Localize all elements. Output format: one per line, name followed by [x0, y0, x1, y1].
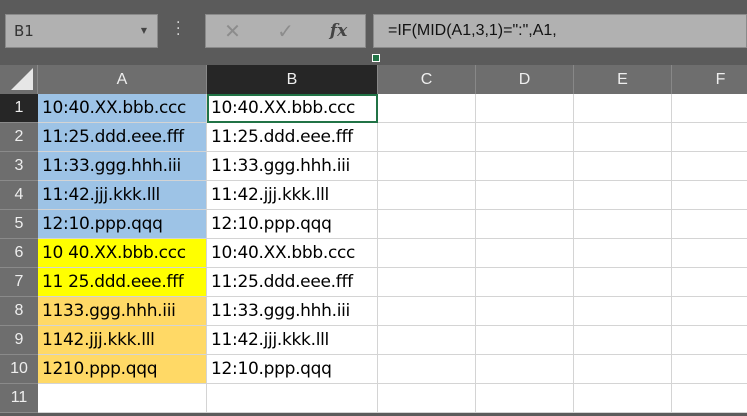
cell-A5[interactable]: 12:10.ppp.qqq	[38, 210, 207, 239]
row-header-6[interactable]: 6	[0, 239, 38, 268]
cell-A9[interactable]: 1142.jjj.kkk.lll	[38, 326, 207, 355]
cell-A3[interactable]: 11:33.ggg.hhh.iii	[38, 152, 207, 181]
cell-C3[interactable]	[378, 152, 476, 181]
cell-C10[interactable]	[378, 355, 476, 384]
name-box-value: B1	[14, 22, 34, 40]
cell-C11[interactable]	[378, 384, 476, 413]
cell-A2[interactable]: 11:25.ddd.eee.fff	[38, 123, 207, 152]
cell-C4[interactable]	[378, 181, 476, 210]
cell-E9[interactable]	[574, 326, 672, 355]
cell-E10[interactable]	[574, 355, 672, 384]
row-header-10[interactable]: 10	[0, 355, 38, 384]
column-header-F[interactable]: F	[672, 65, 747, 94]
enter-check-icon[interactable]: ✓	[259, 19, 312, 43]
cell-A11[interactable]	[38, 384, 207, 413]
row-header-8[interactable]: 8	[0, 297, 38, 326]
cell-B8[interactable]: 11:33.ggg.hhh.iii	[207, 297, 378, 326]
column-header-C[interactable]: C	[378, 65, 476, 94]
cell-D8[interactable]	[476, 297, 574, 326]
cell-C5[interactable]	[378, 210, 476, 239]
cell-E1[interactable]	[574, 94, 672, 123]
cell-B2[interactable]: 11:25.ddd.eee.fff	[207, 123, 378, 152]
cell-A6[interactable]: 10 40.XX.bbb.ccc	[38, 239, 207, 268]
select-all-button[interactable]	[0, 65, 38, 94]
cell-C7[interactable]	[378, 268, 476, 297]
cancel-icon[interactable]: ✕	[206, 19, 259, 43]
name-box[interactable]: B1 ▼	[5, 14, 158, 48]
formula-buttons: ✕ ✓ fx	[205, 14, 366, 48]
cell-B1[interactable]: 10:40.XX.bbb.ccc	[207, 94, 378, 123]
cell-C2[interactable]	[378, 123, 476, 152]
row-header-9[interactable]: 9	[0, 326, 38, 355]
cell-C9[interactable]	[378, 326, 476, 355]
cell-D10[interactable]	[476, 355, 574, 384]
cell-D1[interactable]	[476, 94, 574, 123]
cell-B11[interactable]	[207, 384, 378, 413]
cell-A7[interactable]: 11 25.ddd.eee.fff	[38, 268, 207, 297]
row-header-4[interactable]: 4	[0, 181, 38, 210]
cell-D4[interactable]	[476, 181, 574, 210]
cell-D6[interactable]	[476, 239, 574, 268]
cell-C1[interactable]	[378, 94, 476, 123]
cell-F9[interactable]	[672, 326, 747, 355]
row-header-1[interactable]: 1	[0, 94, 38, 123]
fill-handle[interactable]	[372, 54, 380, 62]
row-header-5[interactable]: 5	[0, 210, 38, 239]
cell-F4[interactable]	[672, 181, 747, 210]
cell-B7[interactable]: 11:25.ddd.eee.fff	[207, 268, 378, 297]
cell-F5[interactable]	[672, 210, 747, 239]
formula-text: =IF(MID(A1,3,1)=":",A1,	[388, 22, 557, 39]
cell-B4[interactable]: 11:42.jjj.kkk.lll	[207, 181, 378, 210]
cell-D7[interactable]	[476, 268, 574, 297]
cell-D9[interactable]	[476, 326, 574, 355]
insert-function-icon[interactable]: fx	[312, 21, 365, 41]
column-header-E[interactable]: E	[574, 65, 672, 94]
row-header-2[interactable]: 2	[0, 123, 38, 152]
cell-D2[interactable]	[476, 123, 574, 152]
cell-A1[interactable]: 10:40.XX.bbb.ccc	[38, 94, 207, 123]
column-header-B[interactable]: B	[207, 65, 378, 94]
cell-F3[interactable]	[672, 152, 747, 181]
cell-A4[interactable]: 11:42.jjj.kkk.lll	[38, 181, 207, 210]
column-header-D[interactable]: D	[476, 65, 574, 94]
cell-F10[interactable]	[672, 355, 747, 384]
cell-A8[interactable]: 1133.ggg.hhh.iii	[38, 297, 207, 326]
cell-E4[interactable]	[574, 181, 672, 210]
cell-E5[interactable]	[574, 210, 672, 239]
chevron-down-icon[interactable]: ▼	[141, 26, 147, 35]
cell-B6[interactable]: 10:40.XX.bbb.ccc	[207, 239, 378, 268]
cell-E2[interactable]	[574, 123, 672, 152]
cell-E7[interactable]	[574, 268, 672, 297]
drag-grip-icon[interactable]: · · ·	[176, 16, 180, 42]
cell-D5[interactable]	[476, 210, 574, 239]
column-header-A[interactable]: A	[38, 65, 207, 94]
cell-B10[interactable]: 12:10.ppp.qqq	[207, 355, 378, 384]
row-header-3[interactable]: 3	[0, 152, 38, 181]
cell-E6[interactable]	[574, 239, 672, 268]
cell-E11[interactable]	[574, 384, 672, 413]
cell-B5[interactable]: 12:10.ppp.qqq	[207, 210, 378, 239]
cell-B3[interactable]: 11:33.ggg.hhh.iii	[207, 152, 378, 181]
formula-bar[interactable]: =IF(MID(A1,3,1)=":",A1,	[373, 14, 747, 48]
cell-C8[interactable]	[378, 297, 476, 326]
cell-F1[interactable]	[672, 94, 747, 123]
cell-D11[interactable]	[476, 384, 574, 413]
cell-F11[interactable]	[672, 384, 747, 413]
cell-D3[interactable]	[476, 152, 574, 181]
row-header-11[interactable]: 11	[0, 384, 38, 413]
cell-B9[interactable]: 11:42.jjj.kkk.lll	[207, 326, 378, 355]
cell-F8[interactable]	[672, 297, 747, 326]
cell-A10[interactable]: 1210.ppp.qqq	[38, 355, 207, 384]
cell-F7[interactable]	[672, 268, 747, 297]
cell-E3[interactable]	[574, 152, 672, 181]
row-header-7[interactable]: 7	[0, 268, 38, 297]
cell-F2[interactable]	[672, 123, 747, 152]
cell-C6[interactable]	[378, 239, 476, 268]
cell-E8[interactable]	[574, 297, 672, 326]
cell-F6[interactable]	[672, 239, 747, 268]
